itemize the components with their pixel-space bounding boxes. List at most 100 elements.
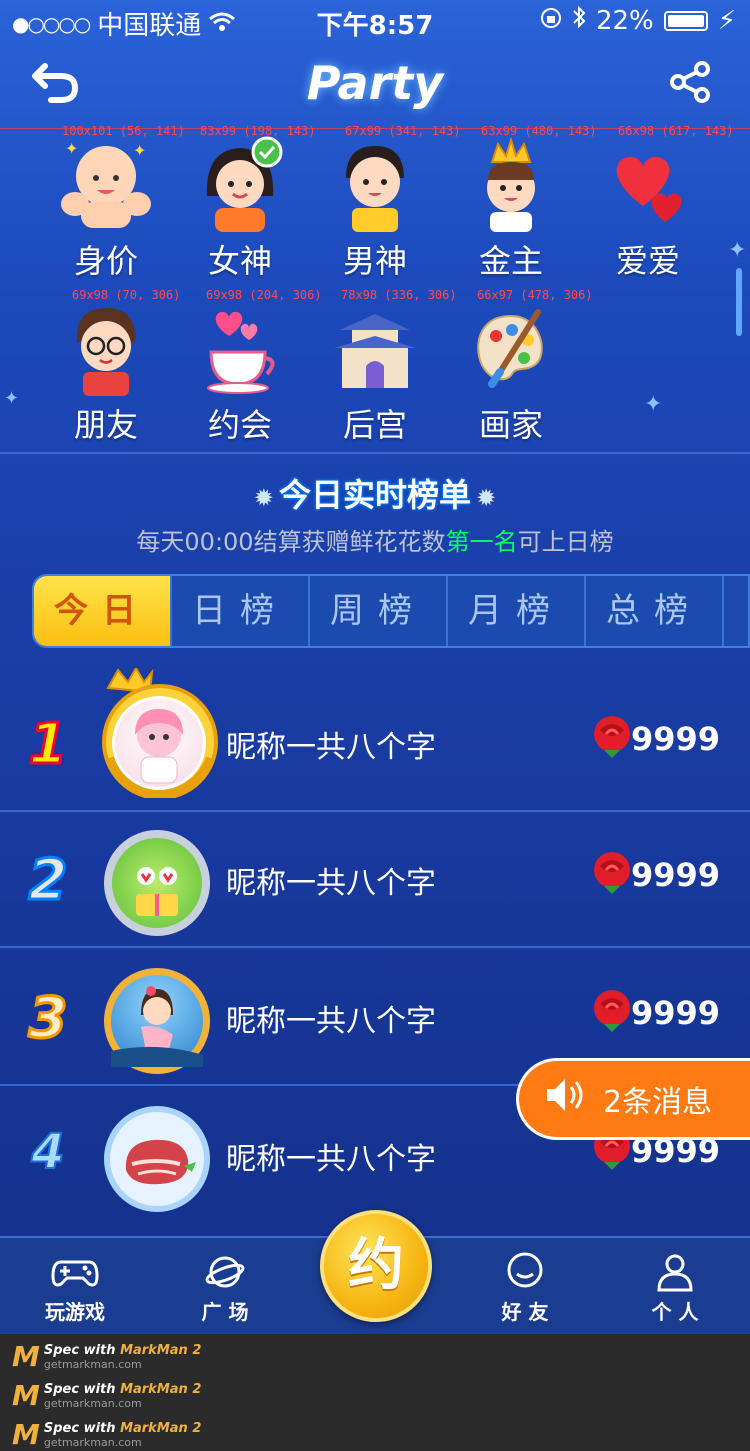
category-label: 男神 bbox=[342, 242, 407, 280]
ranking-title-wrap: ✹ 今日实时榜单 ✹ bbox=[0, 470, 750, 516]
bluetooth-icon bbox=[572, 5, 586, 36]
subtitle-highlight: 第一名 bbox=[445, 528, 518, 556]
share-button[interactable] bbox=[668, 60, 720, 112]
star-decoration-icon: ✦ bbox=[644, 392, 663, 417]
rank-number: 2 bbox=[27, 847, 69, 915]
category-aiai[interactable]: 66x98 (617, 143) 爱爱 bbox=[588, 124, 734, 282]
avatar[interactable] bbox=[104, 830, 210, 936]
brand-label: MarkMan 2 bbox=[120, 1420, 202, 1436]
battery-icon bbox=[663, 10, 708, 31]
category-shenjia[interactable]: 100x101 (56, 141) ✦ ✦ 身价 bbox=[46, 124, 185, 282]
charging-icon: ⚡ bbox=[717, 5, 736, 36]
crown-boy-icon bbox=[466, 136, 556, 232]
category-label: 金主 bbox=[478, 242, 543, 280]
nav-friends[interactable]: 好 友 bbox=[470, 1252, 580, 1325]
nickname: 昵称一共八个字 bbox=[226, 730, 436, 765]
star-decoration-icon: ✦ bbox=[4, 388, 20, 409]
tab-today[interactable]: 今日 bbox=[34, 576, 172, 646]
category-yuehui[interactable]: 69x98 (204, 306) 约会 bbox=[180, 288, 322, 446]
ranking-subtitle: 每天00:00结算获赠鲜花花数第一名可上日榜 bbox=[0, 522, 750, 557]
gamepad-icon bbox=[51, 1260, 99, 1287]
category-label: 女神 bbox=[207, 242, 272, 280]
boy-icon bbox=[330, 136, 420, 232]
ranking-row[interactable]: 1 昵称一共八个字 9999 bbox=[0, 665, 750, 812]
ranking-row[interactable]: 2 昵称一共八个字 9999 bbox=[0, 812, 750, 948]
planet-icon bbox=[205, 1256, 245, 1288]
flower-score: 9999 bbox=[630, 720, 720, 758]
markman-logo-icon: M bbox=[12, 1418, 40, 1451]
site-label: getmarkman.com bbox=[43, 1357, 142, 1371]
category-label: 朋友 bbox=[73, 406, 138, 444]
nav-label: 个 人 bbox=[651, 1300, 699, 1324]
chat-bubble-icon bbox=[507, 1252, 543, 1288]
palette-icon bbox=[466, 300, 556, 396]
category-pengyou[interactable]: 69x98 (70, 306) 朋友 bbox=[46, 288, 180, 446]
avatar[interactable] bbox=[104, 1106, 210, 1212]
person-icon bbox=[657, 1254, 693, 1292]
flower-score: 9999 bbox=[630, 994, 720, 1032]
markman-watermark: M Spec with MarkMan 2 getmarkman.com bbox=[12, 1379, 201, 1412]
category-nvshen[interactable]: 83x99 (198, 143) 女神 bbox=[180, 124, 316, 282]
battery-percent: 22% bbox=[595, 5, 654, 36]
spec-label: Spec with bbox=[43, 1342, 116, 1358]
category-label: 约会 bbox=[207, 406, 272, 444]
glasses-boy-icon bbox=[61, 300, 151, 396]
nickname: 昵称一共八个字 bbox=[226, 866, 436, 901]
markman-footer: M Spec with MarkMan 2 getmarkman.com M S… bbox=[0, 1334, 750, 1451]
header: Party bbox=[0, 48, 750, 128]
markman-watermark: M Spec with MarkMan 2 getmarkman.com bbox=[12, 1418, 201, 1451]
avatar[interactable] bbox=[104, 968, 210, 1074]
status-bar: ●○○○○ 中国联通 下午8:57 22% ⚡ bbox=[0, 0, 750, 42]
markman-logo-icon: M bbox=[12, 1379, 40, 1412]
hearts-icon bbox=[603, 136, 693, 232]
category-hougong[interactable]: 78x98 (336, 306) 后宫 bbox=[315, 288, 457, 446]
spec-label: Spec with bbox=[43, 1381, 116, 1397]
nav-label: 广 场 bbox=[201, 1300, 249, 1324]
tab-monthly[interactable]: 月榜 bbox=[448, 576, 586, 646]
page-title: Party bbox=[306, 56, 444, 110]
category-jinzhu[interactable]: 63x99 (480, 143) 金主 bbox=[451, 124, 597, 282]
category-huajia[interactable]: 66x97 (478, 306) 画家 bbox=[451, 288, 593, 446]
palace-icon bbox=[330, 300, 420, 396]
goddess-girl-icon bbox=[195, 136, 285, 232]
nav-label: 好 友 bbox=[501, 1300, 549, 1324]
category-label: 后宫 bbox=[342, 406, 407, 444]
markman-watermark: M Spec with MarkMan 2 getmarkman.com bbox=[12, 1340, 201, 1373]
brand-label: MarkMan 2 bbox=[120, 1342, 202, 1358]
share-icon bbox=[670, 61, 710, 103]
tab-total[interactable]: 总榜 bbox=[586, 576, 724, 646]
nickname: 昵称一共八个字 bbox=[226, 1004, 436, 1039]
category-label: 身价 bbox=[73, 242, 138, 280]
tab-daily[interactable]: 日榜 bbox=[172, 576, 310, 646]
section-divider bbox=[0, 452, 750, 454]
category-label: 爱爱 bbox=[615, 242, 680, 280]
ranking-title: 今日实时榜单 bbox=[278, 476, 471, 514]
star-decoration-icon: ✦ bbox=[728, 238, 747, 263]
subtitle-text: 每天00:00结算获赠鲜花花数 bbox=[136, 528, 446, 556]
brand-label: MarkMan 2 bbox=[120, 1381, 202, 1397]
nav-square[interactable]: 广 场 bbox=[170, 1252, 280, 1325]
rank-number: 3 bbox=[27, 985, 69, 1053]
muscle-baby-icon: ✦ ✦ bbox=[61, 136, 151, 232]
star-icon: ✹ bbox=[476, 484, 497, 512]
coffee-heart-icon bbox=[195, 300, 285, 396]
date-center-button[interactable]: 约 bbox=[320, 1210, 432, 1322]
category-label: 画家 bbox=[478, 406, 543, 444]
markman-logo-icon: M bbox=[12, 1340, 40, 1373]
scrollbar[interactable] bbox=[736, 268, 742, 336]
tab-weekly[interactable]: 周榜 bbox=[310, 576, 448, 646]
rotation-lock-icon bbox=[540, 6, 562, 36]
ranking-tabs: 今日 日榜 周榜 月榜 总榜 bbox=[32, 574, 750, 648]
nav-play-game[interactable]: 玩游戏 bbox=[20, 1252, 130, 1325]
app-screen: ●○○○○ 中国联通 下午8:57 22% ⚡ Party 100x101 (5… bbox=[0, 0, 750, 1334]
site-label: getmarkman.com bbox=[43, 1435, 142, 1449]
site-label: getmarkman.com bbox=[43, 1396, 142, 1410]
avatar[interactable] bbox=[112, 696, 206, 790]
flower-score: 9999 bbox=[630, 856, 720, 894]
category-nanshen[interactable]: 67x99 (341, 143) 男神 bbox=[315, 124, 461, 282]
message-toast[interactable]: 2条消息 bbox=[516, 1058, 750, 1140]
svg-text:✦: ✦ bbox=[65, 139, 78, 158]
speaker-icon bbox=[543, 1075, 591, 1123]
nav-profile[interactable]: 个 人 bbox=[620, 1252, 730, 1325]
rank-number: 4 bbox=[30, 1123, 65, 1181]
